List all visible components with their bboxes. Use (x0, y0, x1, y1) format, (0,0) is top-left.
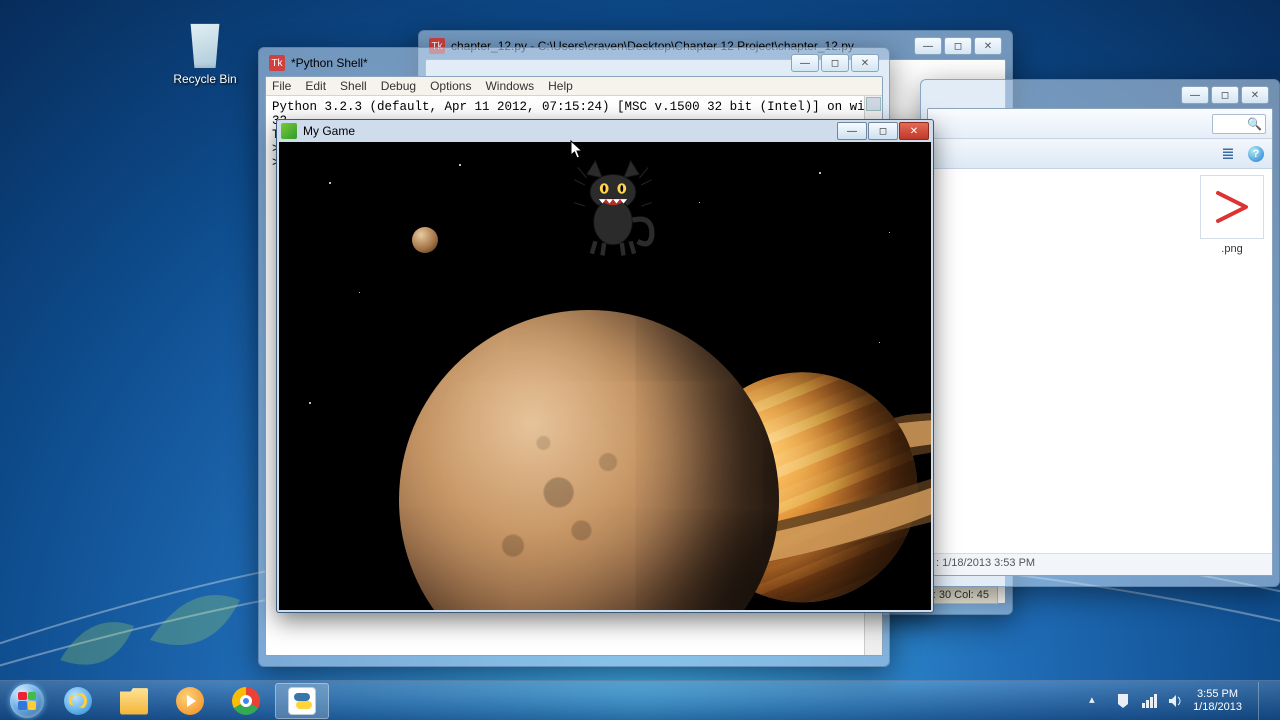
minimize-button[interactable]: — (837, 122, 867, 140)
search-input[interactable]: 🔍 (1212, 114, 1266, 134)
python-icon: Tk (269, 55, 285, 71)
help-icon[interactable]: ? (1246, 144, 1266, 164)
maximize-button[interactable]: ◻ (821, 54, 849, 72)
menu-edit[interactable]: Edit (305, 79, 326, 93)
volume-icon[interactable] (1167, 693, 1183, 709)
address-bar: 🔍 (928, 109, 1272, 139)
trash-icon (181, 20, 229, 68)
taskbar: ▴ 3:55 PM 1/18/2013 (0, 680, 1280, 720)
show-desktop-button[interactable] (1258, 682, 1272, 720)
game-canvas (279, 142, 931, 610)
game-title: My Game (303, 124, 355, 138)
taskbar-explorer[interactable] (107, 683, 161, 719)
chrome-icon (232, 687, 260, 715)
mouse-cursor (570, 140, 584, 160)
folder-icon (120, 687, 148, 715)
network-icon[interactable] (1141, 693, 1157, 709)
maximize-button[interactable]: ◻ (944, 37, 972, 55)
small-planet (412, 227, 438, 253)
explorer-status: : 1/18/2013 3:53 PM (928, 553, 1272, 575)
minimize-button[interactable]: — (914, 37, 942, 55)
explorer-window[interactable]: — ◻ ✕ 🔍 ≣ ? .png (920, 79, 1280, 587)
taskbar-wmp[interactable] (163, 683, 217, 719)
recycle-bin-icon[interactable]: Recycle Bin (165, 20, 245, 86)
python-file-icon (288, 687, 316, 715)
file-item[interactable]: .png (1192, 175, 1272, 255)
cat-sprite (569, 156, 657, 258)
close-button[interactable]: ✕ (899, 122, 929, 140)
taskbar-idle[interactable] (275, 683, 329, 719)
ie-icon (64, 687, 92, 715)
pygame-icon (281, 123, 297, 139)
close-button[interactable]: ✕ (1241, 86, 1269, 104)
file-label: .png (1192, 243, 1272, 255)
menu-help[interactable]: Help (548, 79, 573, 93)
menu-shell[interactable]: Shell (340, 79, 367, 93)
action-center-icon[interactable] (1115, 693, 1131, 709)
recycle-bin-label: Recycle Bin (165, 72, 245, 86)
menu-bar: File Edit Shell Debug Options Windows He… (266, 77, 882, 96)
system-tray: ▴ 3:55 PM 1/18/2013 (1081, 682, 1280, 720)
close-button[interactable]: ✕ (974, 37, 1002, 55)
pygame-window[interactable]: My Game — ◻ ✕ (276, 119, 934, 613)
menu-windows[interactable]: Windows (485, 79, 534, 93)
close-button[interactable]: ✕ (851, 54, 879, 72)
menu-debug[interactable]: Debug (381, 79, 416, 93)
shell-title: *Python Shell* (291, 56, 368, 70)
views-icon[interactable]: ≣ (1218, 144, 1238, 164)
chevron-up-icon[interactable]: ▴ (1089, 693, 1105, 709)
clock[interactable]: 3:55 PM 1/18/2013 (1193, 688, 1242, 713)
minimize-button[interactable]: — (1181, 86, 1209, 104)
explorer-toolbar: ≣ ? (928, 139, 1272, 169)
minimize-button[interactable]: — (791, 54, 819, 72)
taskbar-ie[interactable] (51, 683, 105, 719)
menu-file[interactable]: File (272, 79, 291, 93)
search-icon: 🔍 (1247, 117, 1262, 131)
png-thumbnail (1200, 175, 1264, 239)
maximize-button[interactable]: ◻ (1211, 86, 1239, 104)
windows-logo-icon (10, 684, 44, 718)
menu-options[interactable]: Options (430, 79, 471, 93)
media-player-icon (176, 687, 204, 715)
start-button[interactable] (4, 682, 50, 720)
maximize-button[interactable]: ◻ (868, 122, 898, 140)
taskbar-chrome[interactable] (219, 683, 273, 719)
